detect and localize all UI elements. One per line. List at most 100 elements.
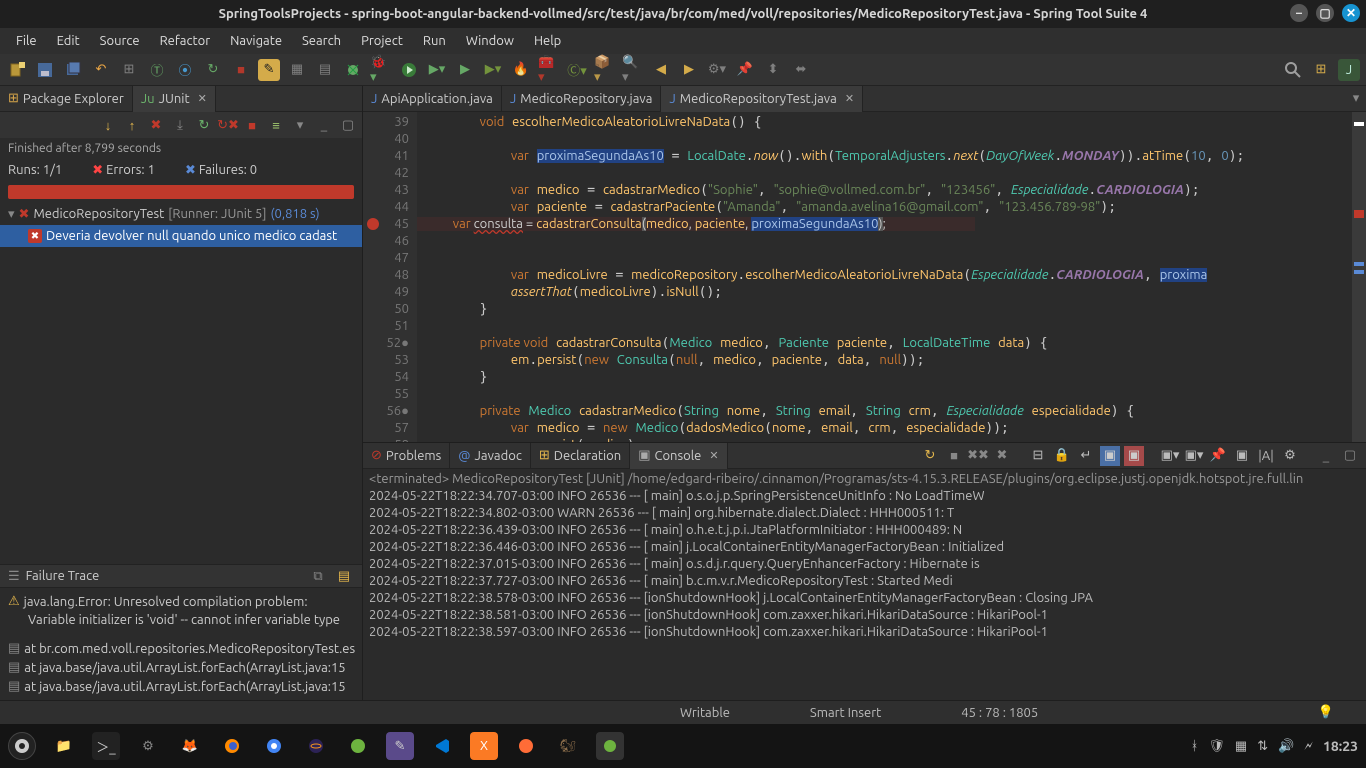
console-settings-button[interactable]: ⚙ bbox=[1280, 446, 1300, 466]
sts-running-icon[interactable] bbox=[596, 732, 624, 760]
menu-help[interactable]: Help bbox=[524, 30, 571, 52]
word-wrap-button[interactable]: ↵ bbox=[1076, 446, 1096, 466]
filter-stack-button[interactable]: ▤ bbox=[334, 566, 354, 586]
code-editor[interactable]: 3940414243444546474849505152●53545556●57… bbox=[363, 112, 1366, 442]
trace-line[interactable]: Variable initializer is 'void' -- cannot… bbox=[0, 611, 362, 629]
terminate-all-button[interactable]: ✖✖ bbox=[968, 446, 988, 466]
clock[interactable]: 18:23 bbox=[1323, 738, 1358, 754]
run-last-button[interactable]: ▶▾ bbox=[482, 59, 504, 81]
menu-search[interactable]: Search bbox=[292, 30, 351, 52]
pin-editor-button[interactable]: 📌 bbox=[734, 59, 756, 81]
editor-tab-medico-repository[interactable]: J MedicoRepository.java bbox=[502, 86, 662, 112]
overview-ruler[interactable] bbox=[1352, 112, 1366, 442]
gpu-icon[interactable]: ▦ bbox=[1235, 739, 1247, 754]
coverage-button[interactable]: ▶ bbox=[454, 59, 476, 81]
eclipse-app-icon[interactable] bbox=[302, 732, 330, 760]
postman-app-icon[interactable] bbox=[512, 732, 540, 760]
save-all-button[interactable] bbox=[62, 59, 84, 81]
editor-tab-close[interactable]: ✕ bbox=[845, 92, 854, 105]
menu-window[interactable]: Window bbox=[456, 30, 524, 52]
console-pin-button[interactable]: ▤ bbox=[314, 59, 336, 81]
remove-launch-button[interactable]: ✖ bbox=[992, 446, 1012, 466]
editor-menu-button[interactable]: ▾ bbox=[1346, 89, 1366, 109]
debug-history-button[interactable]: 🐞▾ bbox=[370, 59, 392, 81]
save-button[interactable] bbox=[34, 59, 56, 81]
clear-console-button[interactable]: ⊟ bbox=[1028, 446, 1048, 466]
junit-root-node[interactable]: ▾ ✖ MedicoRepositoryTest [Runner: JUnit … bbox=[0, 203, 362, 225]
chrome-app-icon[interactable] bbox=[260, 732, 288, 760]
skip-breakpoints-button[interactable]: ⦿ bbox=[174, 59, 196, 81]
gimp-app-icon[interactable]: 🦊 bbox=[176, 732, 204, 760]
dbeaver-app-icon[interactable]: 🐿 bbox=[554, 732, 582, 760]
debug-button[interactable] bbox=[342, 59, 364, 81]
team-button[interactable]: ⚙▾ bbox=[706, 59, 728, 81]
toggle-mark-button[interactable]: ✎ bbox=[258, 59, 280, 81]
external-tools-button[interactable]: 🧰▾ bbox=[538, 59, 560, 81]
scroll-lock-button[interactable]: ⤓ bbox=[170, 115, 190, 135]
settings-app-icon[interactable]: ⚙ bbox=[134, 732, 162, 760]
trace-line[interactable]: ▤at br.com.med.voll.repositories.MedicoR… bbox=[0, 639, 362, 658]
new-java-class-button[interactable]: Ⓒ▾ bbox=[566, 59, 588, 81]
shield-icon[interactable]: 🛡 bbox=[1208, 739, 1225, 754]
minimize-button[interactable]: – bbox=[1290, 4, 1308, 22]
prev-failure-button[interactable]: ↑ bbox=[122, 115, 142, 135]
scroll-lock-console-button[interactable]: 🔒 bbox=[1052, 446, 1072, 466]
vscode-app-icon[interactable] bbox=[428, 732, 456, 760]
stop-junit-button[interactable]: ■ bbox=[242, 115, 262, 135]
menu-project[interactable]: Project bbox=[351, 30, 413, 52]
relaunch-button[interactable]: ↻ bbox=[202, 59, 224, 81]
close-button[interactable]: ✕ bbox=[1342, 4, 1360, 22]
link2-button[interactable]: ⬌ bbox=[790, 59, 812, 81]
open-console-button[interactable]: ▣▾ bbox=[1160, 446, 1180, 466]
open-perspective-button[interactable]: ⊞ bbox=[1310, 59, 1332, 81]
editor-tab-medico-repository-test[interactable]: J MedicoRepositoryTest.java ✕ bbox=[661, 86, 863, 112]
pin-console-button[interactable]: 📌 bbox=[1208, 446, 1228, 466]
tab-declaration[interactable]: ⊞Declaration bbox=[531, 443, 630, 469]
terminate-button[interactable]: ■ bbox=[944, 446, 964, 466]
minimize-console-button[interactable]: _ bbox=[1316, 446, 1336, 466]
show-failures-only-button[interactable]: ✖ bbox=[146, 115, 166, 135]
undo-button[interactable]: ↶ bbox=[90, 59, 112, 81]
menu-source[interactable]: Source bbox=[90, 30, 150, 52]
editor-tab-api-application[interactable]: J ApiApplication.java bbox=[363, 86, 502, 112]
new-package-button[interactable]: 📦▾ bbox=[594, 59, 616, 81]
search-toolbar-button[interactable] bbox=[1282, 59, 1304, 81]
tab-javadoc[interactable]: @Javadoc bbox=[450, 443, 531, 469]
editor-code-area[interactable]: void escolherMedicoAleatorioLivreNaData(… bbox=[417, 112, 1352, 442]
tab-problems[interactable]: ⊘Problems bbox=[363, 443, 450, 469]
files-app-icon[interactable]: 📁 bbox=[50, 732, 78, 760]
run-history-button[interactable]: ▶▾ bbox=[426, 59, 448, 81]
trace-line[interactable]: ▤at java.base/java.util.ArrayList.forEac… bbox=[0, 677, 362, 696]
toggle-breadcrumb-button[interactable]: ⊞ bbox=[118, 59, 140, 81]
console-body[interactable]: <terminated> MedicoRepositoryTest [JUnit… bbox=[363, 469, 1366, 700]
start-menu-button[interactable] bbox=[8, 732, 36, 760]
gedit-app-icon[interactable]: ✎ bbox=[386, 732, 414, 760]
maximize-button[interactable]: ▢ bbox=[1316, 4, 1334, 22]
xampp-app-icon[interactable]: X bbox=[470, 732, 498, 760]
terminal-app-icon[interactable]: ＞_ bbox=[92, 732, 120, 760]
rerun-failed-button[interactable]: ↻✖ bbox=[218, 115, 238, 135]
trace-line[interactable]: ▤at java.base/java.util.ArrayList.forEac… bbox=[0, 658, 362, 677]
tab-junit-close[interactable]: ✕ bbox=[198, 92, 207, 105]
menu-run[interactable]: Run bbox=[413, 30, 456, 52]
pin-view-button[interactable]: ▾ bbox=[290, 115, 310, 135]
run-button[interactable] bbox=[398, 59, 420, 81]
rerun-test-button[interactable]: ↻ bbox=[194, 115, 214, 135]
show-console-on-out-button[interactable]: ▣ bbox=[1100, 446, 1120, 466]
menu-edit[interactable]: Edit bbox=[47, 30, 90, 52]
new-console-view-button[interactable]: ▣ bbox=[1232, 446, 1252, 466]
maximize-console-button[interactable]: ▢ bbox=[1340, 446, 1360, 466]
editor-gutter[interactable]: 3940414243444546474849505152●53545556●57… bbox=[363, 112, 417, 442]
volume-icon[interactable]: 🔊 bbox=[1278, 739, 1294, 754]
show-console-on-err-button[interactable]: ▣ bbox=[1124, 446, 1144, 466]
perspective-java-button[interactable]: J bbox=[1338, 59, 1360, 81]
open-type-button[interactable]: Ⓣ bbox=[146, 59, 168, 81]
test-history-button[interactable]: ≡ bbox=[266, 115, 286, 135]
minimize-view-button[interactable]: _ bbox=[314, 115, 334, 135]
profile-button[interactable]: 🔥 bbox=[510, 59, 532, 81]
menu-file[interactable]: File bbox=[6, 30, 47, 52]
compare-button[interactable]: ⧉ bbox=[308, 566, 328, 586]
display-selected-console-button[interactable]: ▣▾ bbox=[1184, 446, 1204, 466]
junit-test-node[interactable]: ✖ Deveria devolver null quando unico med… bbox=[0, 225, 362, 247]
junit-test-tree[interactable]: ▾ ✖ MedicoRepositoryTest [Runner: JUnit … bbox=[0, 203, 362, 247]
